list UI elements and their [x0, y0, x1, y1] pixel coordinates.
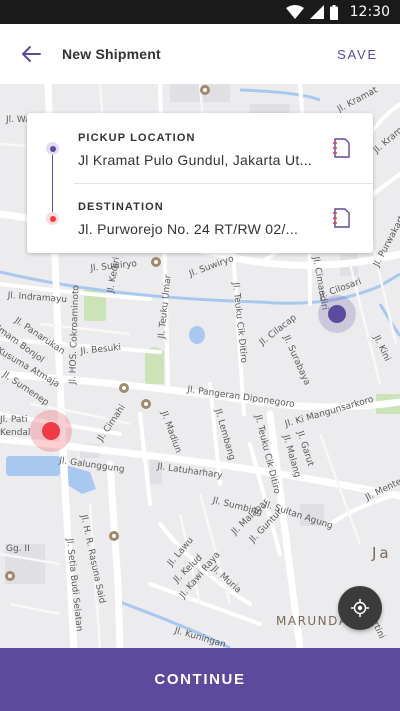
status-icons: 12:30 — [285, 0, 390, 24]
pickup-field[interactable]: PICKUP LOCATION Jl Kramat Pulo Gundul, J… — [78, 132, 328, 168]
destination-label: DESTINATION — [78, 201, 164, 213]
address-book-icon — [333, 138, 350, 158]
location-card: PICKUP LOCATION Jl Kramat Pulo Gundul, J… — [27, 113, 373, 253]
destination-field[interactable]: DESTINATION Jl. Purworejo No. 24 RT/RW 0… — [78, 201, 328, 237]
street-label: Kendal — [0, 428, 31, 438]
destination-dot-icon — [46, 212, 59, 225]
route-line — [52, 148, 53, 220]
destination-map-marker[interactable] — [30, 410, 72, 452]
status-bar: 12:30 — [0, 0, 400, 24]
pickup-value: Jl Kramat Pulo Gundul, Jakarta Ut... — [78, 152, 313, 168]
street-label: Gg. II — [6, 544, 30, 554]
street-label: Jl. Pati — [0, 415, 28, 425]
destination-address-book-button[interactable] — [329, 206, 353, 230]
status-time: 12:30 — [349, 4, 390, 20]
area-label: MARUNDA — [276, 614, 349, 628]
back-button[interactable] — [0, 24, 62, 84]
pickup-dot-icon — [46, 142, 59, 155]
area-label: Ja — [372, 544, 392, 562]
crosshair-icon — [351, 599, 369, 617]
my-location-button[interactable] — [338, 586, 382, 630]
wifi-icon — [285, 5, 304, 19]
save-button[interactable]: SAVE — [337, 24, 378, 84]
app-bar: New Shipment SAVE — [0, 24, 400, 84]
signal-icon — [309, 5, 324, 19]
continue-button[interactable]: CONTINUE — [0, 648, 400, 711]
card-divider — [74, 183, 373, 184]
address-book-icon — [333, 208, 350, 228]
arrow-left-icon — [22, 46, 41, 62]
destination-value: Jl. Purworejo No. 24 RT/RW 02/... — [78, 221, 299, 237]
pickup-address-book-button[interactable] — [329, 136, 353, 160]
pickup-map-marker[interactable] — [318, 295, 356, 333]
page-title: New Shipment — [62, 46, 161, 62]
battery-icon — [329, 4, 338, 20]
pickup-label: PICKUP LOCATION — [78, 132, 196, 144]
